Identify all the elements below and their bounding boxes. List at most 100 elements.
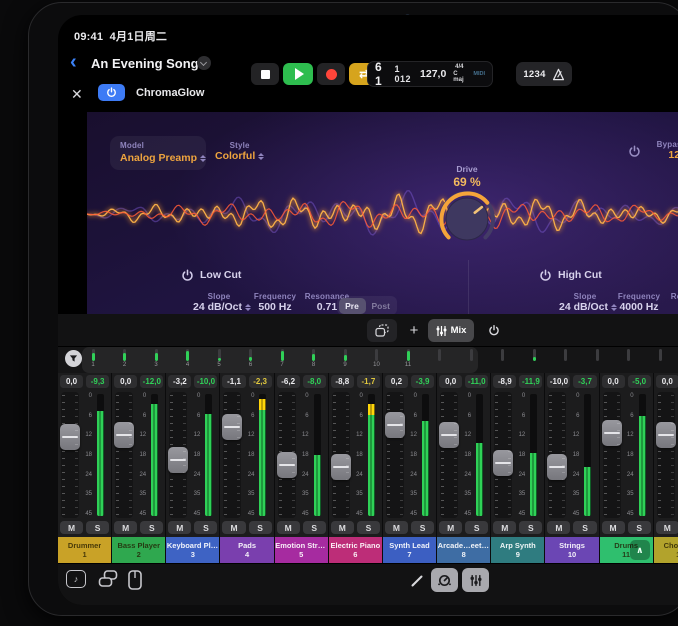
pan-volume-value[interactable]: -10,0 [547,375,570,388]
mute-button[interactable]: M [168,521,191,534]
mute-button[interactable]: M [493,521,516,534]
fader-track[interactable] [278,392,296,518]
track-name-plate[interactable]: Drummer 1 [58,537,111,563]
mute-button[interactable]: M [331,521,354,534]
mute-button[interactable]: M [277,521,300,534]
high-cut-slope[interactable]: Slope 24 dB/Oct [559,292,611,313]
fader-handle[interactable] [168,447,188,473]
mute-button[interactable]: M [656,521,678,534]
mute-button[interactable]: M [547,521,570,534]
low-cut-frequency[interactable]: Frequency 500 Hz [251,292,299,313]
mute-button[interactable]: M [222,521,245,534]
solo-button[interactable]: S [628,521,651,534]
track-name-plate[interactable]: Arp Synth 9 [491,537,544,563]
collapse-stack-button[interactable]: ∧ [630,540,650,560]
bypass-power-icon[interactable] [628,145,641,158]
edit-button[interactable] [410,573,425,588]
track-name-plate[interactable]: Synth Lead 7 [383,537,436,563]
fader-track[interactable] [61,392,79,518]
play-surface-button[interactable] [128,570,142,590]
fader-handle[interactable] [222,414,242,440]
solo-button[interactable]: S [465,521,488,534]
fader-handle[interactable] [385,412,405,438]
pan-volume-value[interactable]: -8,9 [493,375,516,388]
pan-volume-value[interactable]: -8,8 [331,375,354,388]
fader-track[interactable] [440,392,458,518]
plugin-power-button[interactable] [98,84,125,101]
pan-volume-value[interactable]: -3,2 [168,375,191,388]
fader-track[interactable] [115,392,133,518]
high-cut-resonance[interactable]: Resonance 0.71 [669,292,678,313]
low-cut-pre-button[interactable]: Pre [339,298,366,314]
fader-track[interactable] [332,392,350,518]
pan-volume-value[interactable]: 0,0 [439,375,462,388]
plugins-button[interactable] [98,570,118,588]
fader-handle[interactable] [60,424,80,450]
track-name-plate[interactable]: Strings 10 [545,537,598,563]
solo-button[interactable]: S [140,521,163,534]
fader-track[interactable] [386,392,404,518]
track-name-plate[interactable]: Pads 4 [220,537,273,563]
lcd-display[interactable]: 6 1 1 012 127,0 4/4 C maj MIDI [367,61,493,87]
pan-volume-value[interactable]: 0,2 [385,375,408,388]
pan-volume-value[interactable]: 0,0 [114,375,137,388]
fader-track[interactable] [169,392,187,518]
browsers-button[interactable]: ♪ [66,570,86,588]
regions-button[interactable] [367,319,397,342]
mute-button[interactable]: M [602,521,625,534]
style-selector[interactable]: Style Colorful [215,141,264,162]
mixer-view-button[interactable] [462,568,489,592]
pan-volume-value[interactable]: -6,2 [277,375,300,388]
fader-track[interactable] [657,392,675,518]
mixer-power-button[interactable] [482,319,506,342]
mute-button[interactable]: M [385,521,408,534]
fader-handle[interactable] [547,454,567,480]
filter-tracks-button[interactable] [65,350,82,367]
pan-volume-value[interactable]: 0,0 [602,375,625,388]
add-track-button[interactable]: + [404,319,424,342]
model-selector[interactable]: Model Analog Preamp [110,136,206,170]
fader-handle[interactable] [493,450,513,476]
song-menu-button[interactable] [197,56,211,70]
fader-handle[interactable] [439,422,459,448]
solo-button[interactable]: S [519,521,542,534]
low-cut-post-button[interactable]: Post [366,298,396,314]
back-button[interactable]: ‹ [70,55,77,69]
solo-button[interactable]: S [573,521,596,534]
mute-button[interactable]: M [439,521,462,534]
high-cut-frequency[interactable]: Frequency 4000 Hz [613,292,665,313]
fader-track[interactable] [548,392,566,518]
track-name-plate[interactable]: Chorus V 12 [654,537,678,563]
solo-button[interactable]: S [303,521,326,534]
count-in-button[interactable]: 1234 [523,69,545,80]
solo-button[interactable]: S [357,521,380,534]
track-name-plate[interactable]: Bass Player 2 [112,537,165,563]
record-button[interactable] [317,63,345,85]
track-name-plate[interactable]: Electric Piano 6 [329,537,382,563]
fader-handle[interactable] [656,422,676,448]
fader-handle[interactable] [114,422,134,448]
solo-button[interactable]: S [194,521,217,534]
play-button[interactable] [283,63,313,85]
stop-button[interactable] [251,63,279,85]
solo-button[interactable]: S [411,521,434,534]
fader-handle[interactable] [331,454,351,480]
controls-view-button[interactable] [431,568,458,592]
mute-button[interactable]: M [60,521,83,534]
pan-volume-value[interactable]: 0,0 [60,375,83,388]
track-name-plate[interactable]: Keyboard Player 3 [166,537,219,563]
drive-knob[interactable] [435,187,499,251]
bypass-below-control[interactable]: Bypass Below 120 Hz [647,140,678,161]
metronome-icon[interactable] [552,68,565,81]
fader-handle[interactable] [277,452,297,478]
song-title[interactable]: An Evening Song [91,56,199,71]
solo-button[interactable]: S [86,521,109,534]
fader-track[interactable] [603,392,621,518]
fader-track[interactable] [223,392,241,518]
pan-volume-value[interactable]: 0,0 [656,375,678,388]
close-plugin-button[interactable]: ✕ [71,86,83,103]
track-name-plate[interactable]: Arcade…eet Pad 8 [437,537,490,563]
solo-button[interactable]: S [249,521,272,534]
low-cut-slope[interactable]: Slope 24 dB/Oct [193,292,245,313]
fader-handle[interactable] [602,420,622,446]
